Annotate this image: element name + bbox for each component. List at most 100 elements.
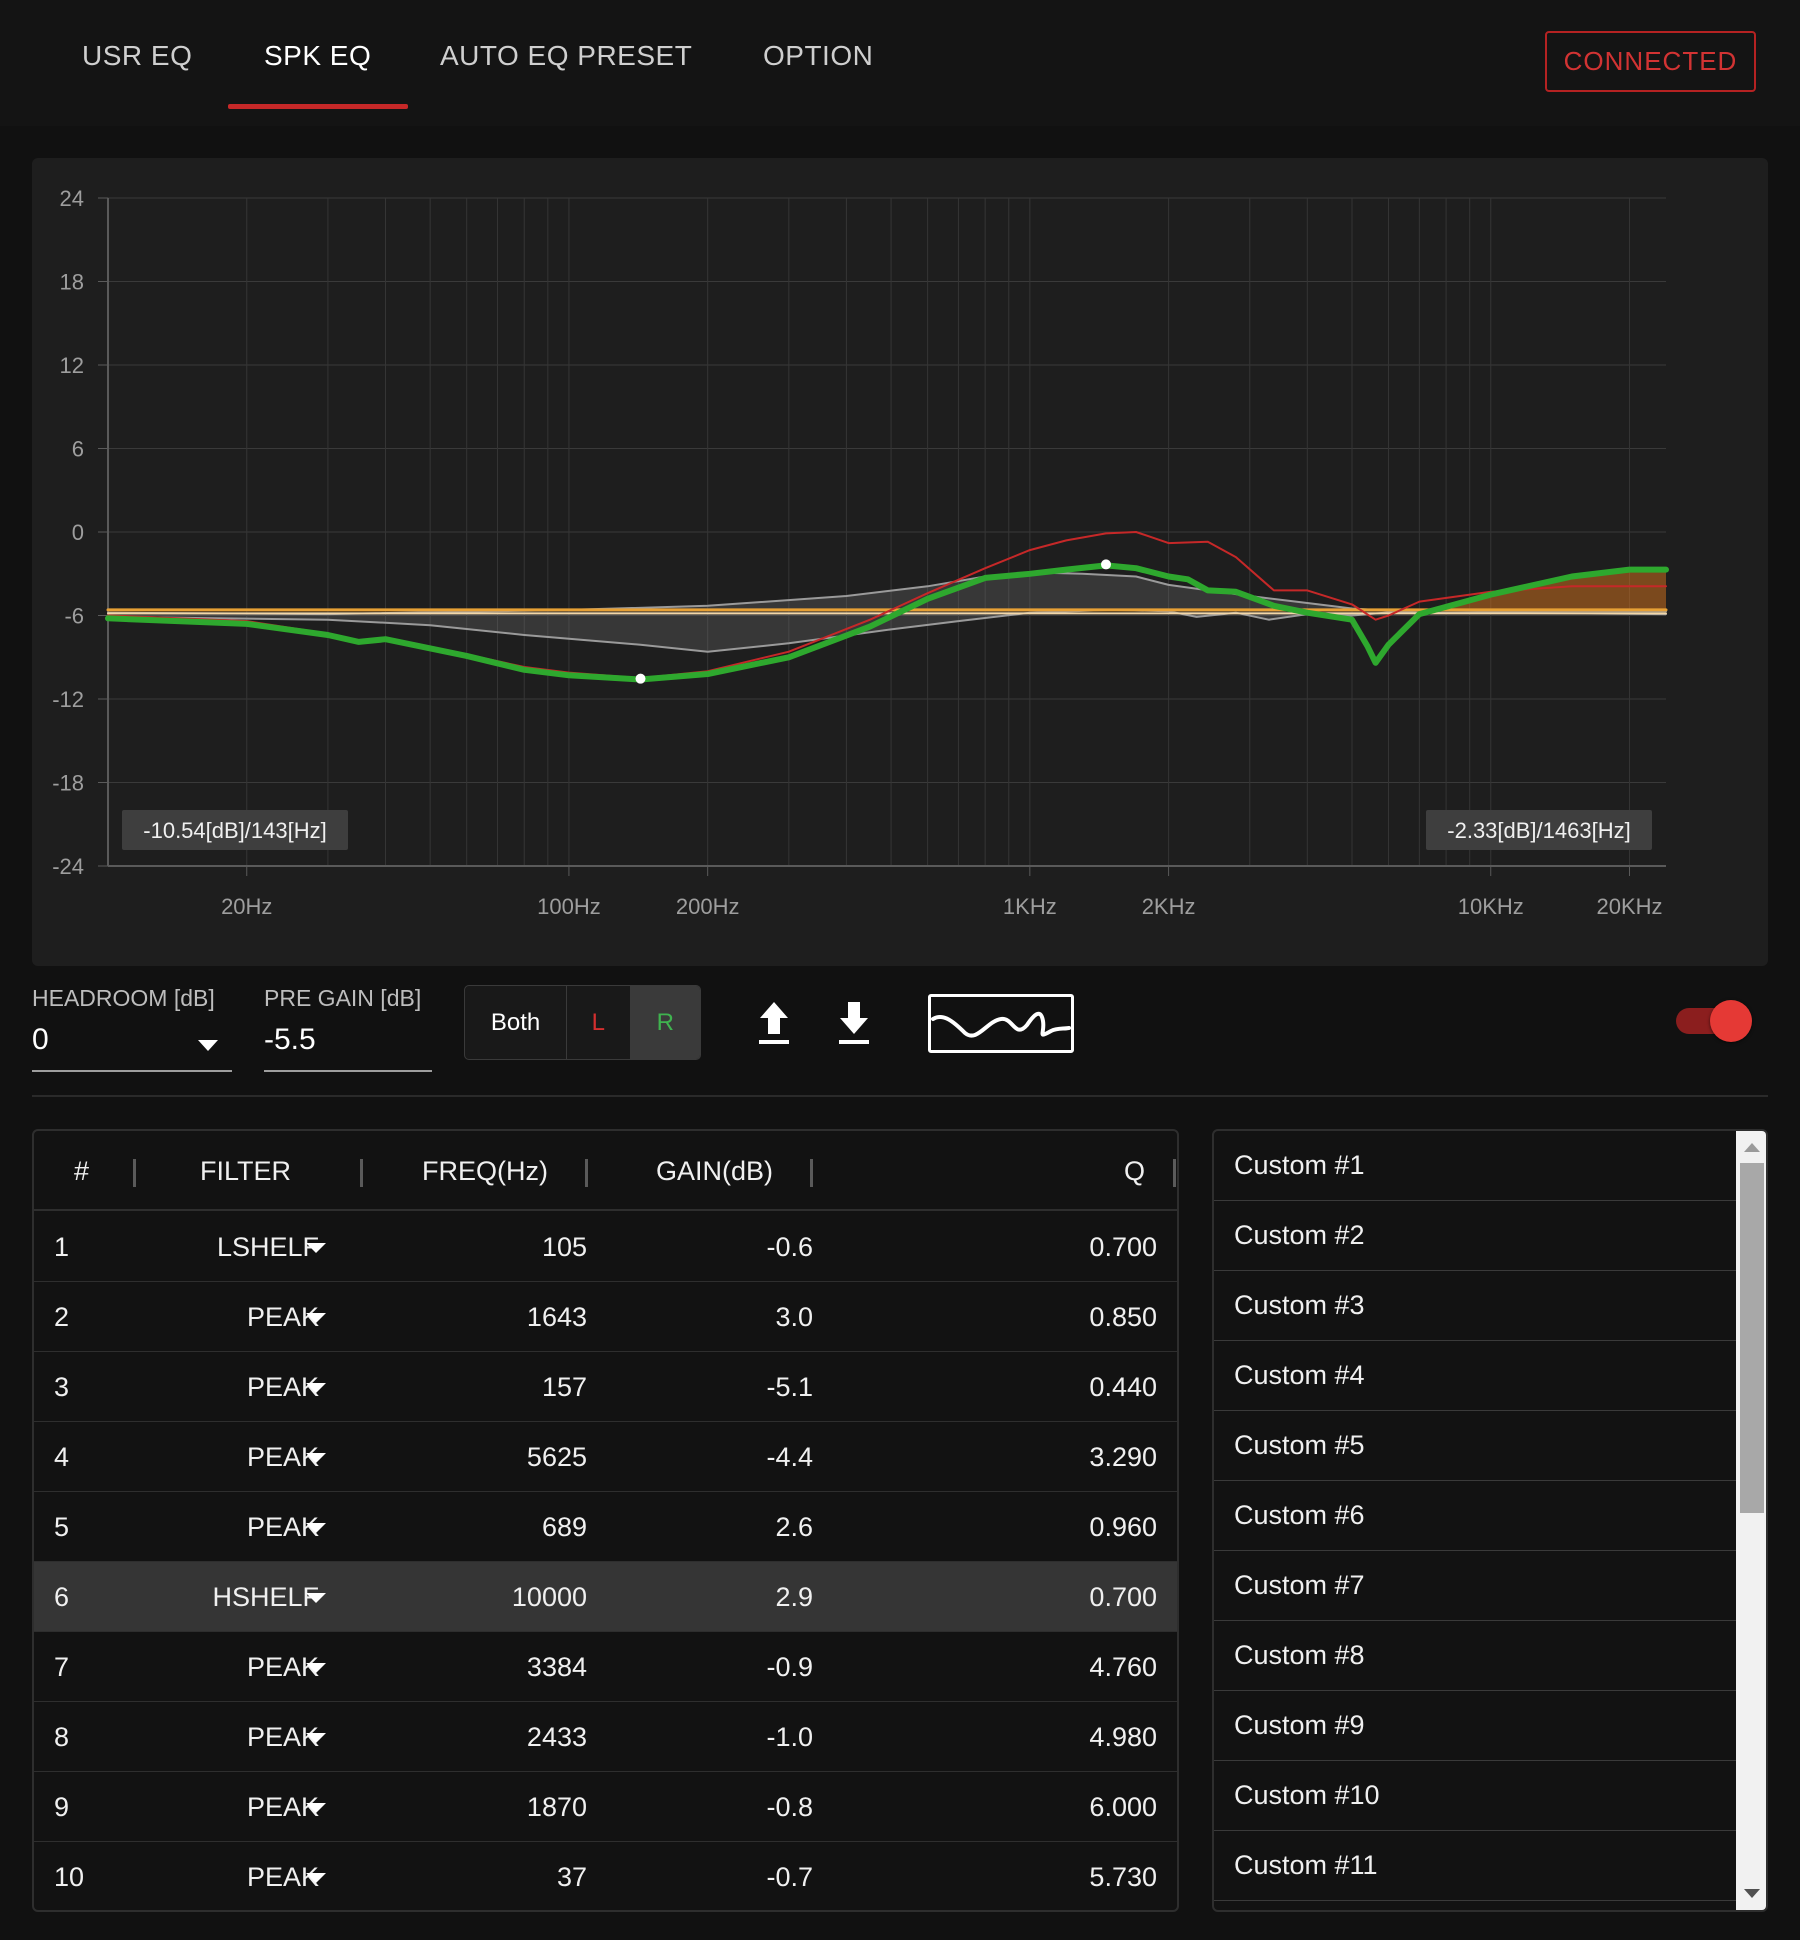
- column-header-number[interactable]: #: [74, 1131, 89, 1211]
- freq-value[interactable]: 37: [557, 1842, 587, 1910]
- q-value[interactable]: 4.760: [1089, 1632, 1157, 1702]
- filter-dropdown-caret-icon[interactable]: [306, 1733, 326, 1743]
- q-value[interactable]: 3.290: [1089, 1422, 1157, 1492]
- q-value[interactable]: 5.730: [1089, 1842, 1157, 1910]
- preset-scrollbar-thumb[interactable]: [1740, 1163, 1764, 1513]
- filter-dropdown-caret-icon[interactable]: [306, 1243, 326, 1253]
- x-tick-label: 100Hz: [537, 894, 601, 919]
- filter-dropdown-caret-icon[interactable]: [306, 1523, 326, 1533]
- freq-value[interactable]: 10000: [512, 1562, 587, 1632]
- gain-value[interactable]: -0.9: [766, 1632, 813, 1702]
- column-header-freq[interactable]: FREQ(Hz): [422, 1131, 548, 1211]
- gain-value[interactable]: -4.4: [766, 1422, 813, 1492]
- gain-value[interactable]: -0.6: [766, 1212, 813, 1282]
- channel-both-button[interactable]: Both: [465, 986, 568, 1059]
- preset-list-item[interactable]: Custom #4: [1214, 1341, 1736, 1411]
- q-value[interactable]: 0.850: [1089, 1282, 1157, 1352]
- filter-type-select[interactable]: HSHELF: [212, 1562, 319, 1632]
- table-row[interactable]: 6 HSHELF 10000 2.9 0.700: [34, 1562, 1177, 1632]
- column-header-filter[interactable]: FILTER: [200, 1131, 291, 1211]
- q-value[interactable]: 0.700: [1089, 1212, 1157, 1282]
- filter-dropdown-caret-icon[interactable]: [306, 1453, 326, 1463]
- filter-dropdown-caret-icon[interactable]: [306, 1873, 326, 1883]
- table-row[interactable]: 4 PEAK 5625 -4.4 3.290: [34, 1422, 1177, 1492]
- filter-dropdown-caret-icon[interactable]: [306, 1383, 326, 1393]
- preset-list-item[interactable]: Custom #3: [1214, 1271, 1736, 1341]
- scroll-up-arrow-icon[interactable]: [1744, 1143, 1760, 1152]
- column-resize-handle[interactable]: [133, 1159, 136, 1187]
- table-row[interactable]: 10 PEAK 37 -0.7 5.730: [34, 1842, 1177, 1910]
- gain-value[interactable]: 3.0: [775, 1282, 813, 1352]
- freq-value[interactable]: 105: [542, 1212, 587, 1282]
- freq-value[interactable]: 5625: [527, 1422, 587, 1492]
- headroom-dropdown-caret-icon[interactable]: [198, 1040, 218, 1051]
- column-resize-handle[interactable]: [360, 1159, 363, 1187]
- eq-enable-toggle-knob[interactable]: [1710, 1000, 1752, 1042]
- table-row[interactable]: 3 PEAK 157 -5.1 0.440: [34, 1352, 1177, 1422]
- table-row[interactable]: 9 PEAK 1870 -0.8 6.000: [34, 1772, 1177, 1842]
- column-resize-handle[interactable]: [810, 1159, 813, 1187]
- curve-view-button[interactable]: [928, 994, 1074, 1053]
- row-number: 3: [54, 1371, 70, 1402]
- eq-response-chart[interactable]: 24 18 12 6 0 -6 -12 -18 -24 20Hz 100Hz 200Hz 1KHz 2KH…: [32, 158, 1768, 966]
- filter-dropdown-caret-icon[interactable]: [306, 1593, 326, 1603]
- active-tab-indicator: [228, 104, 408, 109]
- q-value[interactable]: 4.980: [1089, 1702, 1157, 1772]
- channel-left-button[interactable]: L: [567, 986, 631, 1059]
- q-value[interactable]: 0.440: [1089, 1352, 1157, 1422]
- connection-status-button[interactable]: CONNECTED: [1545, 31, 1756, 92]
- filter-type-select[interactable]: LSHELF: [217, 1212, 319, 1282]
- table-row[interactable]: 8 PEAK 2433 -1.0 4.980: [34, 1702, 1177, 1772]
- preset-list-item[interactable]: Custom #7: [1214, 1551, 1736, 1621]
- channel-right-button[interactable]: R: [630, 986, 700, 1059]
- freq-value[interactable]: 157: [542, 1352, 587, 1422]
- curve-icon: [931, 1011, 1071, 1038]
- column-header-gain[interactable]: GAIN(dB): [656, 1131, 773, 1211]
- pregain-input[interactable]: -5.5: [264, 1023, 316, 1057]
- table-row[interactable]: 5 PEAK 689 2.6 0.960: [34, 1492, 1177, 1562]
- table-row[interactable]: 1 LSHELF 105 -0.6 0.700: [34, 1212, 1177, 1282]
- preset-list-item[interactable]: Custom #11: [1214, 1831, 1736, 1901]
- table-row[interactable]: 7 PEAK 3384 -0.9 4.760: [34, 1632, 1177, 1702]
- tab-option[interactable]: OPTION: [763, 40, 873, 72]
- freq-value[interactable]: 2433: [527, 1702, 587, 1772]
- gain-value[interactable]: -1.0: [766, 1702, 813, 1772]
- table-row[interactable]: 2 PEAK 1643 3.0 0.850: [34, 1282, 1177, 1352]
- q-value[interactable]: 6.000: [1089, 1772, 1157, 1842]
- gain-value[interactable]: -5.1: [766, 1352, 813, 1422]
- preset-list-item[interactable]: Custom #2: [1214, 1201, 1736, 1271]
- headroom-value[interactable]: 0: [32, 1023, 49, 1057]
- tab-usr-eq[interactable]: USR EQ: [82, 40, 192, 72]
- gain-value[interactable]: -0.8: [766, 1772, 813, 1842]
- filter-dropdown-caret-icon[interactable]: [306, 1663, 326, 1673]
- q-value[interactable]: 0.700: [1089, 1562, 1157, 1632]
- preset-list-item[interactable]: Custom #8: [1214, 1621, 1736, 1691]
- filter-dropdown-caret-icon[interactable]: [306, 1313, 326, 1323]
- download-icon[interactable]: [832, 998, 876, 1048]
- filter-point-marker[interactable]: [1101, 559, 1111, 570]
- preset-list-item[interactable]: Custom #1: [1214, 1131, 1736, 1201]
- scroll-down-arrow-icon[interactable]: [1744, 1889, 1760, 1898]
- preset-list: Custom #1 Custom #2 Custom #3 Custom #4 Cust…: [1212, 1129, 1768, 1912]
- tab-spk-eq[interactable]: SPK EQ: [264, 40, 371, 72]
- cursor-readout-label: -10.54[dB]/143[Hz]: [143, 818, 326, 843]
- preset-list-item[interactable]: Custom #10: [1214, 1761, 1736, 1831]
- freq-value[interactable]: 3384: [527, 1632, 587, 1702]
- freq-value[interactable]: 689: [542, 1492, 587, 1562]
- tab-auto-eq-preset[interactable]: AUTO EQ PRESET: [440, 40, 692, 72]
- preset-list-item[interactable]: Custom #5: [1214, 1411, 1736, 1481]
- filter-point-marker[interactable]: [635, 673, 646, 684]
- preset-list-item[interactable]: Custom #6: [1214, 1481, 1736, 1551]
- q-value[interactable]: 0.960: [1089, 1492, 1157, 1562]
- column-header-q[interactable]: Q: [1124, 1131, 1145, 1211]
- filter-dropdown-caret-icon[interactable]: [306, 1803, 326, 1813]
- column-resize-handle[interactable]: [585, 1159, 588, 1187]
- preset-list-item[interactable]: Custom #9: [1214, 1691, 1736, 1761]
- gain-value[interactable]: 2.6: [775, 1492, 813, 1562]
- freq-value[interactable]: 1643: [527, 1282, 587, 1352]
- gain-value[interactable]: 2.9: [775, 1562, 813, 1632]
- freq-value[interactable]: 1870: [527, 1772, 587, 1842]
- column-resize-handle[interactable]: [1173, 1159, 1176, 1187]
- gain-value[interactable]: -0.7: [766, 1842, 813, 1910]
- upload-icon[interactable]: [752, 998, 796, 1048]
